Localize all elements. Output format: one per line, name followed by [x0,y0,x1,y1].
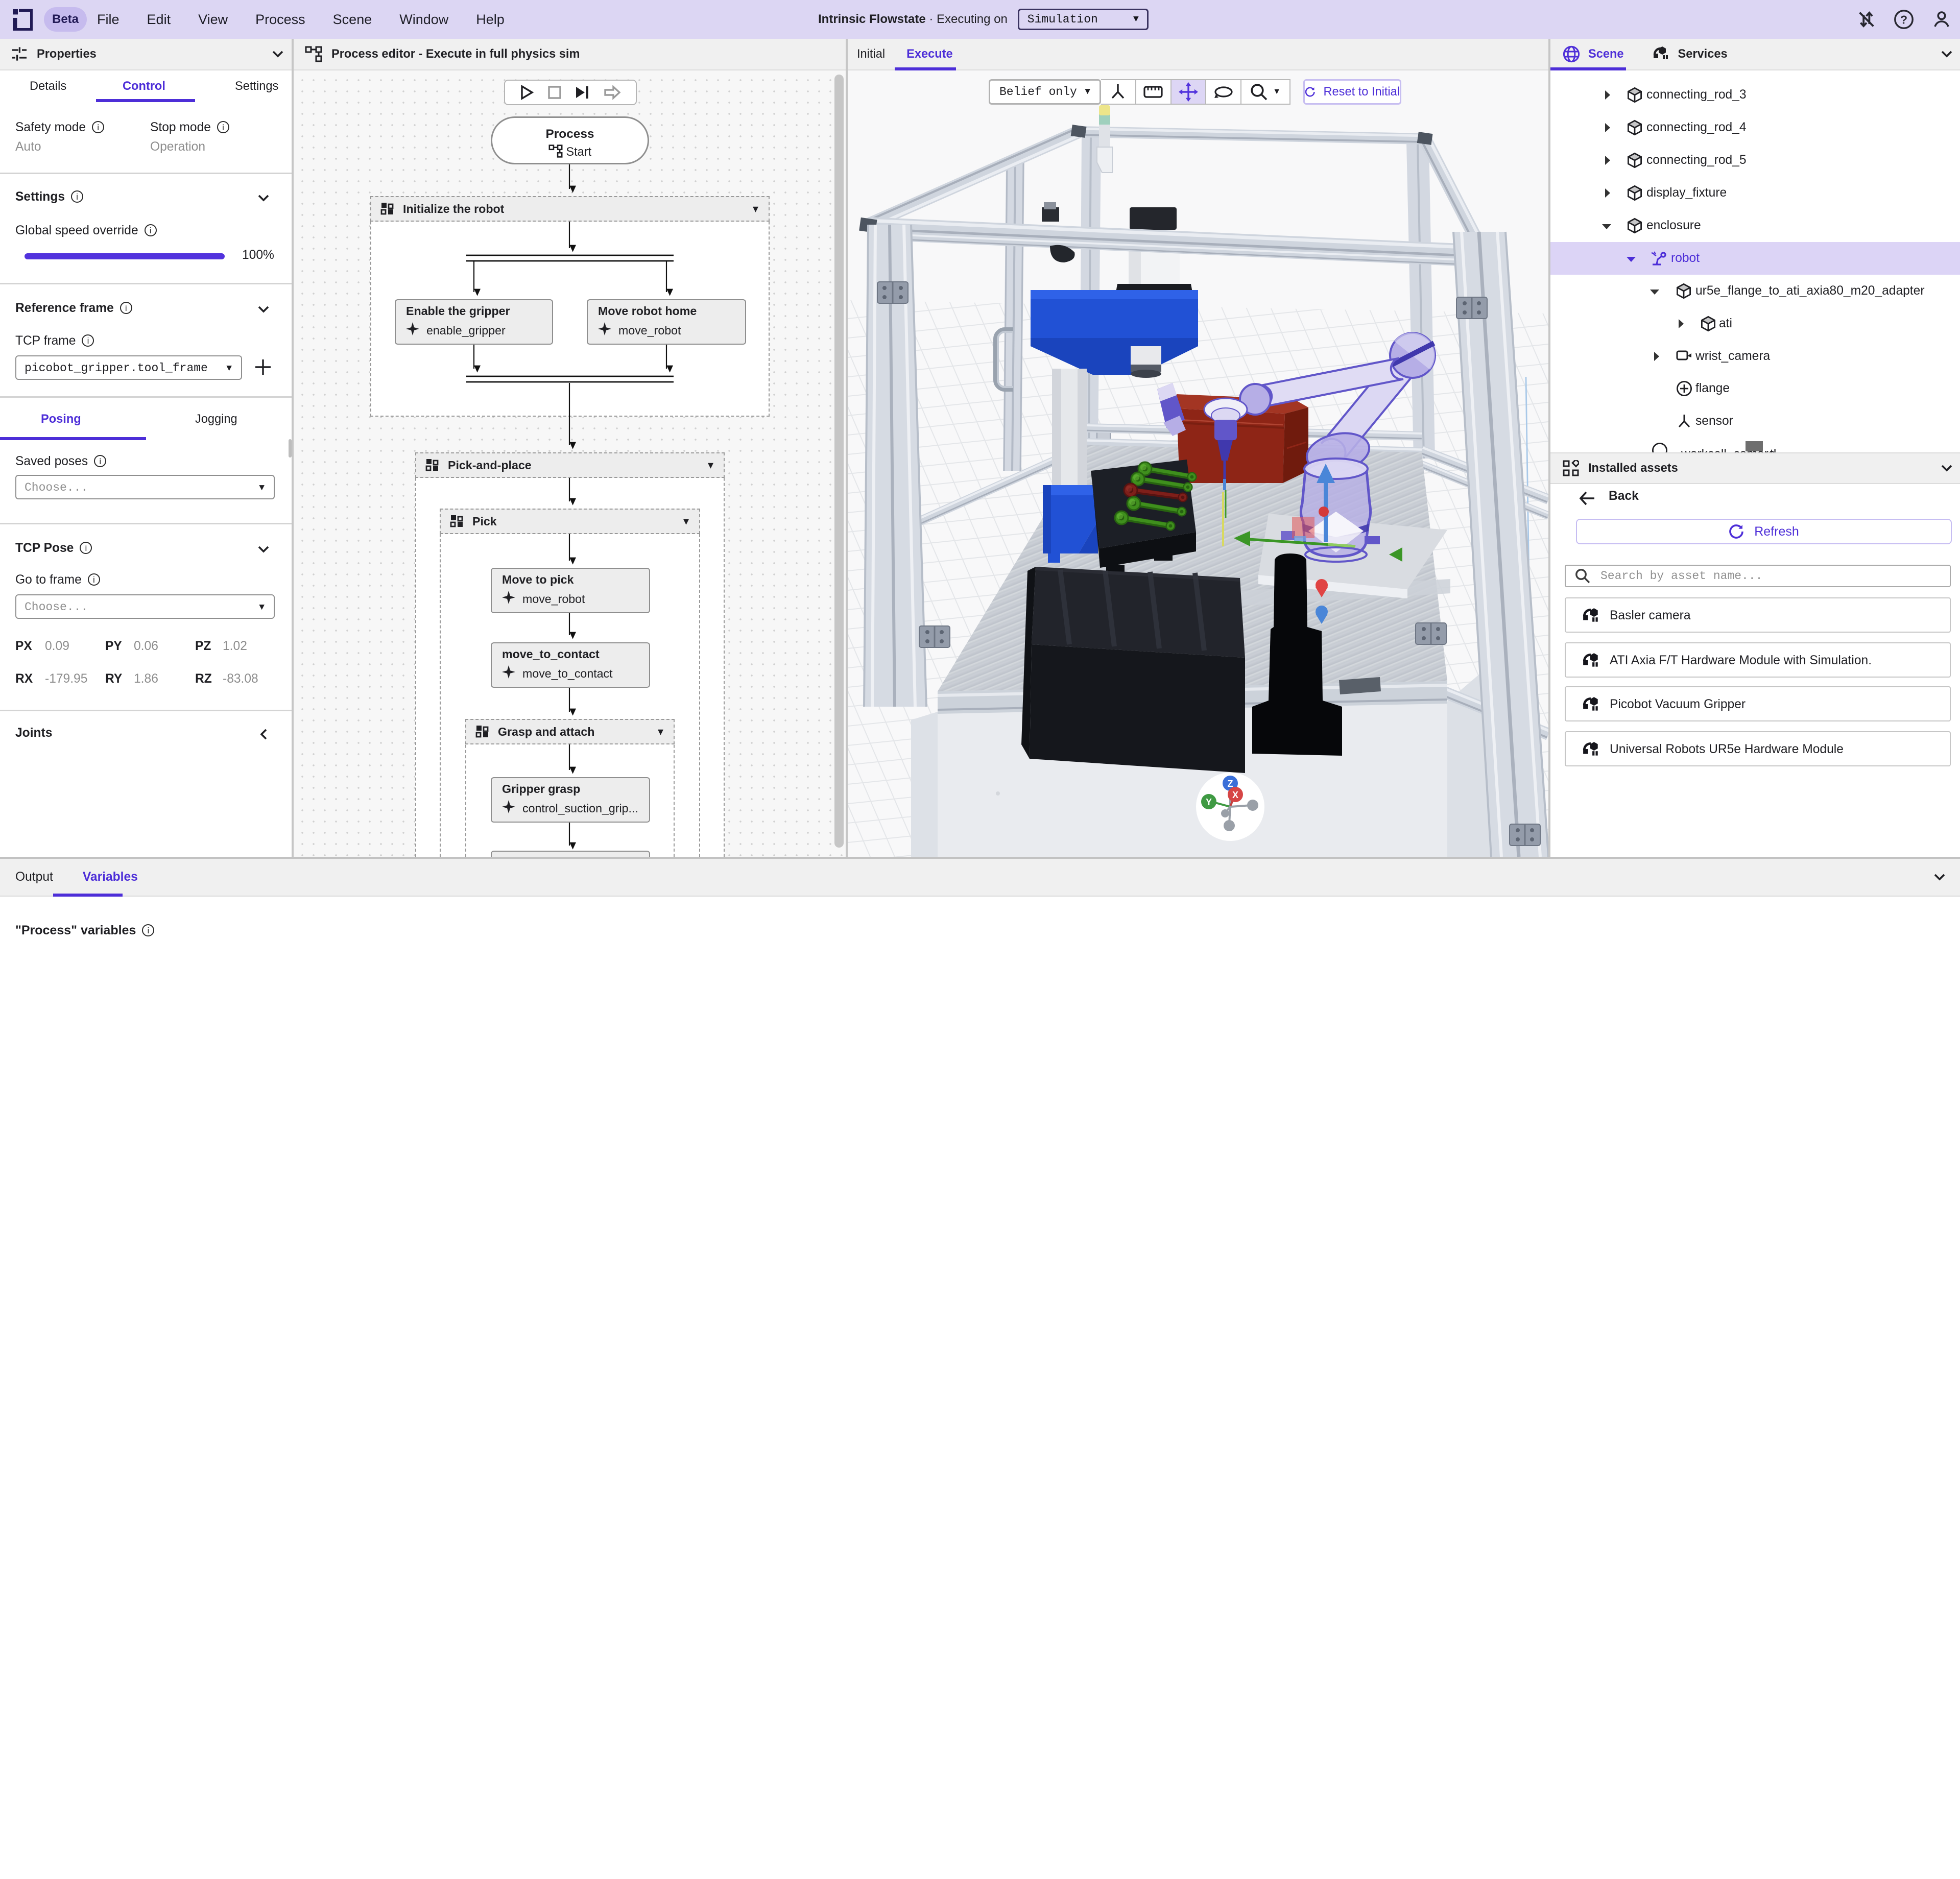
svg-text:Z: Z [1228,779,1233,789]
svg-text:X: X [1232,790,1238,800]
svg-text:?: ? [1900,13,1907,26]
svg-text:Y: Y [1206,797,1212,807]
